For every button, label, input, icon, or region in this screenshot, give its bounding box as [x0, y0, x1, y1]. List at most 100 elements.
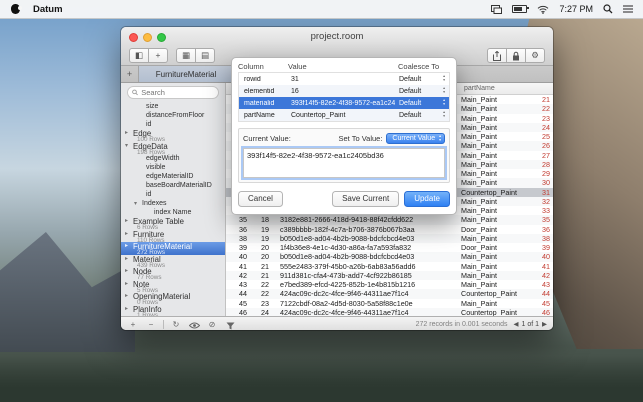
save-current-button[interactable]: Save Current	[332, 191, 399, 207]
sidebar-item[interactable]: baseBoardMaterialID	[121, 181, 225, 190]
menu-bar-clock[interactable]: 7:27 PM	[559, 4, 593, 14]
disclosure-triangle-icon[interactable]: ▸	[125, 218, 133, 225]
sidebar-item[interactable]: id	[121, 190, 225, 199]
sidebar-item-label: size	[146, 103, 158, 110]
next-page-icon[interactable]: ▶	[542, 320, 547, 328]
cell-rownumber: 27	[533, 151, 553, 160]
table-row[interactable]: 41 21 555e2483-379f-45b0-a26b-6ab83a56ad…	[226, 262, 553, 271]
sidebar-item[interactable]: edgeMaterialID	[121, 172, 225, 181]
update-button[interactable]: Update	[404, 191, 450, 207]
popover-column-row[interactable]: materialid 393f14f5-82e2-4f38-9572-ea1c2…	[239, 97, 449, 109]
cancel-button[interactable]: Cancel	[238, 191, 283, 207]
table-row[interactable]: 46 24 424ac09c-dc2c-4fce-9f46-44311ae7f1…	[226, 308, 553, 316]
cell-rownumber: 46	[533, 308, 553, 316]
view-button[interactable]	[188, 319, 200, 329]
table-row[interactable]: 44 22 424ac09c-dc2c-4fce-9f46-44311ae7f1…	[226, 289, 553, 298]
sidebar-item[interactable]: ▸Node 77 Rows	[121, 267, 225, 280]
disclosure-triangle-icon[interactable]: ▸	[125, 130, 133, 137]
sidebar-item[interactable]: ▸FurnitureMaterial 272 Rows	[121, 242, 225, 255]
spotlight-icon[interactable]	[603, 4, 613, 14]
add-row-button[interactable]: +	[127, 318, 139, 331]
title-bar[interactable]: project.room	[121, 27, 553, 46]
disclosure-triangle-icon[interactable]: ▸	[125, 281, 133, 288]
sidebar-item[interactable]: ▸PlanInfo 1 Rows	[121, 305, 225, 317]
sidebar-item[interactable]: ▸Example Table 6 Rows	[121, 217, 225, 230]
search-field[interactable]	[127, 86, 219, 99]
status-bar: + − ↻ ⊘ 272 records in 0.001 seconds ◀ 1…	[121, 316, 553, 330]
coalesce-dropdown[interactable]: Default	[399, 100, 421, 107]
table-row[interactable]: 36 19 c389bbbb-182f-4c7a-b706-3876b067b3…	[226, 225, 553, 234]
sidebar-item[interactable]: edgeWidth	[121, 154, 225, 163]
structure-view-button[interactable]: ▤	[196, 48, 215, 63]
battery-icon[interactable]	[512, 5, 527, 13]
table-row[interactable]: 38 19 b050d1e8-ad04-4b2b-9088-bdcfcbcd4e…	[226, 234, 553, 243]
disclosure-triangle-icon[interactable]: ▸	[125, 256, 133, 263]
disclosure-triangle-icon[interactable]: ▸	[125, 268, 133, 275]
stepper-icon[interactable]: ▴▾	[443, 99, 445, 106]
disclosure-triangle-icon[interactable]: ▾	[125, 143, 133, 150]
table-row[interactable]: 42 21 911d381c-cfa4-473b-add7-4cf922b861…	[226, 271, 553, 280]
sidebar-item[interactable]: ▸Material 439 Rows	[121, 255, 225, 268]
apple-menu-icon[interactable]	[11, 4, 20, 14]
sidebar-item[interactable]: size	[121, 102, 225, 111]
table-row[interactable]: 45 23 7122cbdf-08a2-4d5d-8030-5a58f88c1e…	[226, 299, 553, 308]
sidebar-item[interactable]: ▸Edge 100 Rows	[121, 129, 225, 142]
sidebar-item[interactable]: ▸Note 5 Rows	[121, 280, 225, 293]
popover-column-row[interactable]: rowid 31 Default ▴▾	[239, 73, 449, 85]
cell-partname: Main_Paint	[459, 234, 533, 243]
settings-button[interactable]: ⚙	[526, 48, 545, 63]
sidebar-toggle-button[interactable]: ◧	[129, 48, 149, 63]
sidebar-table-list: size distanceFromFloor id ▸Edge 100 Rows	[121, 102, 225, 316]
popover-column-row[interactable]: elementid 16 Default ▴▾	[239, 85, 449, 97]
cell-rownumber: 44	[533, 289, 553, 298]
stepper-icon[interactable]: ▴▾	[443, 111, 445, 118]
zoom-button[interactable]	[157, 33, 166, 42]
new-tab-button[interactable]: +	[121, 66, 139, 82]
notification-center-icon[interactable]	[623, 5, 633, 13]
table-row[interactable]: 40 20 b050d1e8-ad04-4b2b-9088-bdcfcbcd4e…	[226, 252, 553, 261]
add-record-button[interactable]: +	[149, 48, 168, 63]
sidebar-item[interactable]: visible	[121, 163, 225, 172]
sidebar-item[interactable]: ▾Indexes	[121, 199, 225, 208]
refresh-button[interactable]: ↻	[170, 318, 182, 331]
coalesce-dropdown[interactable]: Default	[399, 76, 421, 83]
sidebar-item[interactable]: index Name	[121, 208, 225, 217]
coalesce-dropdown[interactable]: Default	[399, 112, 421, 119]
tab-furniturematerial[interactable]: FurnitureMaterial	[139, 66, 234, 82]
display-mirroring-icon[interactable]	[491, 5, 502, 14]
minimize-button[interactable]	[143, 33, 152, 42]
disclosure-triangle-icon[interactable]: ▸	[125, 231, 133, 238]
close-button[interactable]	[129, 33, 138, 42]
remove-row-button[interactable]: −	[145, 318, 157, 331]
table-row[interactable]: 35 18 3182e881-2666-418d-9418-88f42cfdd6…	[226, 215, 553, 224]
sidebar-item[interactable]: distanceFromFloor	[121, 111, 225, 120]
previous-page-icon[interactable]: ◀	[513, 320, 518, 328]
header-partname[interactable]: partName	[459, 83, 533, 94]
wifi-icon[interactable]	[537, 5, 549, 14]
set-to-value-select[interactable]: Current Value ▴▾	[386, 133, 445, 144]
sidebar-item[interactable]: ▾EdgeData 198 Rows	[121, 142, 225, 155]
app-menu-datum[interactable]: Datum	[33, 4, 63, 15]
disclosure-triangle-icon[interactable]: ▸	[125, 243, 133, 250]
disclosure-triangle-icon[interactable]: ▾	[134, 200, 142, 208]
search-input[interactable]	[141, 88, 214, 97]
stepper-icon[interactable]: ▴▾	[443, 87, 445, 94]
stepper-icon[interactable]: ▴▾	[443, 75, 445, 82]
share-button[interactable]	[487, 48, 507, 63]
coalesce-dropdown[interactable]: Default	[399, 88, 421, 95]
disclosure-triangle-icon[interactable]: ▸	[125, 306, 133, 313]
sidebar: size distanceFromFloor id ▸Edge 100 Rows	[121, 83, 226, 316]
lock-button[interactable]	[507, 48, 526, 63]
popover-column-row[interactable]: partName Countertop_Paint Default ▴▾	[239, 109, 449, 121]
disclosure-triangle-icon[interactable]: ▸	[125, 293, 133, 300]
current-value-textarea[interactable]: 393f14f5-82e2-4f38-9572-ea1c2405bd36	[243, 148, 445, 178]
block-button[interactable]: ⊘	[206, 318, 218, 331]
cell-materialid: e7bed389-efcd-4225-852b-1e4b815b1216	[274, 280, 459, 289]
table-view-button[interactable]: ▦	[176, 48, 196, 63]
sidebar-item[interactable]: ▸Furniture 110 Rows	[121, 230, 225, 243]
sidebar-item[interactable]: ▸OpeningMaterial 0 Rows	[121, 292, 225, 305]
filter-button[interactable]	[224, 319, 236, 330]
table-row[interactable]: 39 20 1f4b36e8-4e1c-4d30-a86a-fa7a593fa8…	[226, 243, 553, 252]
table-row[interactable]: 43 22 e7bed389-efcd-4225-852b-1e4b815b12…	[226, 280, 553, 289]
sidebar-item[interactable]: id	[121, 120, 225, 129]
